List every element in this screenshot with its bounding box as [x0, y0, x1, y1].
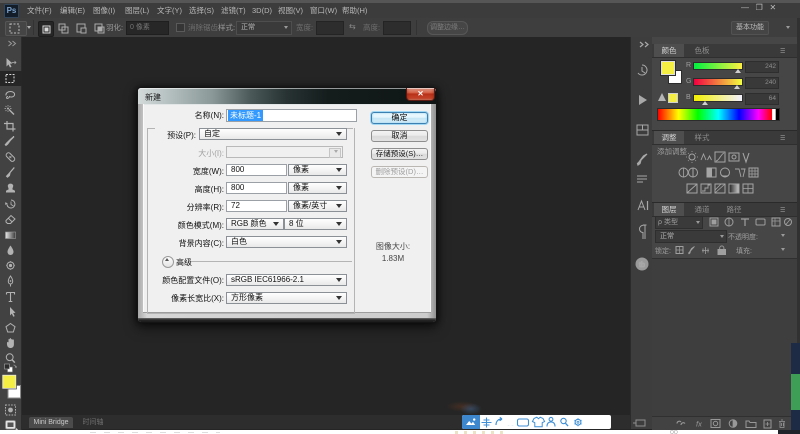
svg-text:tb: tb [639, 262, 645, 269]
svg-text:fx: fx [696, 420, 702, 429]
